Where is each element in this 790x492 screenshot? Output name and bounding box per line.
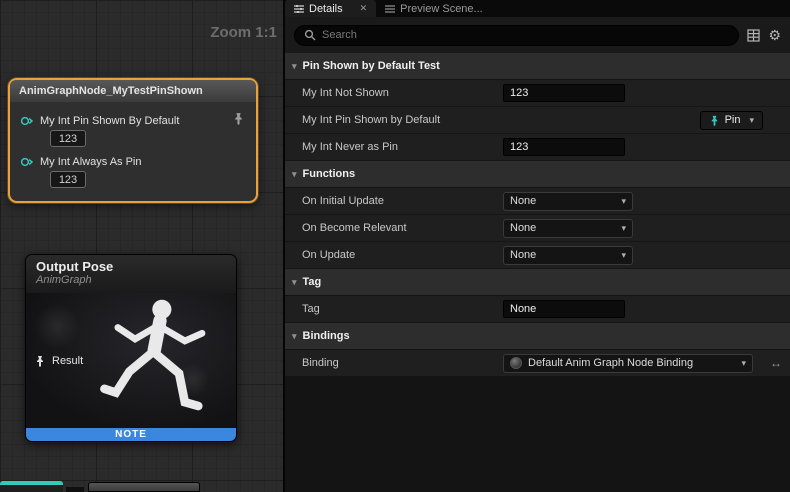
result-pin-label: Result [52, 355, 83, 367]
my-int-not-shown-input[interactable] [503, 84, 625, 102]
binding-dropdown[interactable]: Default Anim Graph Node Binding ▾ [503, 354, 753, 373]
display-filter-icon[interactable] [747, 29, 760, 42]
property-label: My Int Not Shown [285, 87, 497, 99]
close-icon[interactable]: ✕ [360, 3, 368, 14]
my-int-never-as-pin-input[interactable] [503, 138, 625, 156]
chevron-down-icon: ▾ [621, 223, 626, 234]
row-on-become-relevant: On Become Relevant None ▾ [285, 215, 790, 242]
row-on-initial-update: On Initial Update None ▾ [285, 188, 790, 215]
tab-preview-label: Preview Scene... [400, 3, 483, 15]
pin-icon [709, 115, 720, 126]
node-preview-thumbnail: Result [26, 293, 236, 428]
node-title: Output Pose [36, 259, 226, 274]
reset-to-default-icon[interactable]: ↔ [770, 356, 782, 370]
row-binding: Binding Default Anim Graph Node Binding … [285, 350, 790, 377]
binding-class-icon [510, 357, 522, 369]
node-header[interactable]: Output Pose AnimGraph [26, 255, 236, 293]
row-my-int-pin-shown-by-default: My Int Pin Shown by Default Pin ▾ [285, 107, 790, 134]
preview-scene-icon [385, 4, 395, 14]
search-box[interactable] [294, 25, 739, 46]
partial-node [66, 487, 84, 492]
tab-details-label: Details [309, 3, 343, 15]
pin-value-input[interactable]: 123 [50, 130, 86, 147]
property-label: Tag [285, 303, 497, 315]
property-label: My Int Never as Pin [285, 141, 497, 153]
settings-gear-icon[interactable]: ⚙ [768, 28, 781, 42]
on-update-dropdown[interactable]: None ▾ [503, 246, 633, 265]
on-initial-update-dropdown[interactable]: None ▾ [503, 192, 633, 211]
note-badge[interactable]: NOTE [26, 428, 236, 441]
details-toolbar: ⚙ [285, 17, 790, 53]
node-title: AnimGraphNode_MyTestPinShown [19, 85, 203, 97]
int-pin-icon[interactable] [20, 156, 33, 168]
anim-graph-test-node[interactable]: AnimGraphNode_MyTestPinShown My Int Pin … [8, 78, 258, 203]
tag-input[interactable] [503, 300, 625, 318]
result-pin[interactable]: Result [34, 355, 83, 367]
details-empty-area [285, 377, 790, 492]
category-bindings[interactable]: ▾ Bindings [285, 323, 790, 350]
tab-details[interactable]: Details ✕ [285, 0, 376, 17]
details-icon [294, 4, 304, 14]
details-panel: Details ✕ Preview Scene... ⚙ [285, 0, 790, 492]
node-subtitle: AnimGraph [36, 274, 226, 286]
pin-dropdown-button[interactable]: Pin ▾ [700, 111, 763, 130]
anim-graph-canvas[interactable]: Zoom 1:1 AnimGraphNode_MyTestPinShown My… [0, 0, 285, 492]
category-pin-shown-by-default-test[interactable]: ▾ Pin Shown by Default Test [285, 53, 790, 80]
on-become-relevant-dropdown[interactable]: None ▾ [503, 219, 633, 238]
unreal-editor-window: Zoom 1:1 AnimGraphNode_MyTestPinShown My… [0, 0, 790, 492]
pose-pin-icon [34, 355, 46, 367]
row-my-int-never-as-pin: My Int Never as Pin [285, 134, 790, 161]
tab-bar: Details ✕ Preview Scene... [285, 0, 790, 17]
int-pin-icon[interactable] [20, 115, 33, 127]
zoom-level-label: Zoom 1:1 [210, 24, 277, 41]
pushpin-icon[interactable] [232, 112, 245, 125]
search-input[interactable] [322, 29, 729, 41]
row-my-int-not-shown: My Int Not Shown [285, 80, 790, 107]
category-tag[interactable]: ▾ Tag [285, 269, 790, 296]
search-icon [304, 29, 316, 41]
row-on-update: On Update None ▾ [285, 242, 790, 269]
property-label: My Int Pin Shown by Default [285, 114, 497, 126]
partial-node[interactable] [0, 481, 63, 492]
property-label: On Initial Update [285, 195, 497, 207]
chevron-down-icon: ▾ [621, 196, 626, 207]
tab-preview-scene[interactable]: Preview Scene... [376, 0, 492, 17]
mannequin-figure [84, 295, 234, 428]
pin-label: My Int Always As Pin [40, 156, 141, 168]
chevron-down-icon: ▾ [749, 115, 754, 126]
property-label: Binding [285, 357, 497, 369]
chevron-down-icon: ▾ [741, 358, 746, 369]
row-tag: Tag [285, 296, 790, 323]
output-pose-node[interactable]: Output Pose AnimGraph [25, 254, 237, 442]
pin-value-input[interactable]: 123 [50, 171, 86, 188]
chevron-down-icon: ▾ [292, 169, 297, 180]
pin-row: My Int Always As Pin [10, 156, 256, 168]
pin-label: My Int Pin Shown By Default [40, 115, 179, 127]
property-label: On Update [285, 249, 497, 261]
chevron-down-icon: ▾ [621, 250, 626, 261]
category-functions[interactable]: ▾ Functions [285, 161, 790, 188]
chevron-down-icon: ▾ [292, 331, 297, 342]
bokeh-highlight [34, 303, 80, 349]
node-header[interactable]: AnimGraphNode_MyTestPinShown [10, 80, 256, 102]
property-label: On Become Relevant [285, 222, 497, 234]
chevron-down-icon: ▾ [292, 61, 297, 72]
node-body: My Int Pin Shown By Default 123 My Int A… [10, 102, 256, 201]
pin-row: My Int Pin Shown By Default [10, 115, 256, 127]
partial-node[interactable] [88, 482, 200, 492]
chevron-down-icon: ▾ [292, 277, 297, 288]
